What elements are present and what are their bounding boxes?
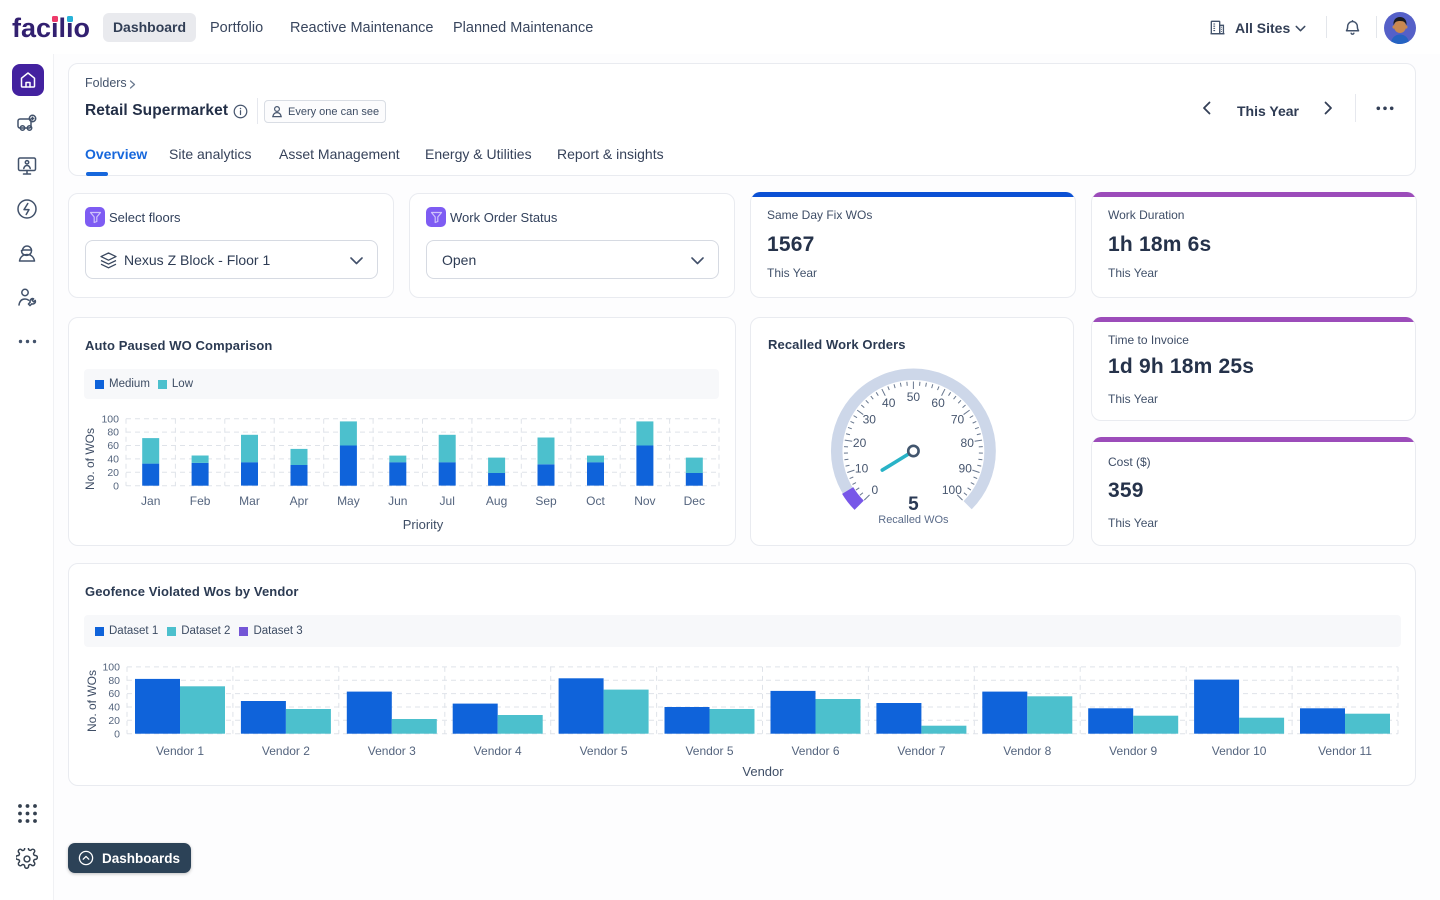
svg-text:5: 5 bbox=[908, 494, 919, 515]
svg-text:10: 10 bbox=[855, 461, 869, 475]
svg-text:Oct: Oct bbox=[586, 494, 605, 508]
svg-text:Vendor 6: Vendor 6 bbox=[791, 744, 839, 758]
svg-text:80: 80 bbox=[961, 436, 975, 450]
svg-text:40: 40 bbox=[882, 396, 896, 410]
svg-text:80: 80 bbox=[108, 675, 120, 687]
svg-text:Vendor 5: Vendor 5 bbox=[580, 744, 628, 758]
svg-text:Mar: Mar bbox=[239, 494, 260, 508]
svg-text:Jun: Jun bbox=[388, 494, 407, 508]
svg-text:50: 50 bbox=[907, 390, 921, 404]
svg-text:Vendor 7: Vendor 7 bbox=[897, 744, 945, 758]
svg-text:0: 0 bbox=[114, 728, 120, 740]
svg-text:80: 80 bbox=[107, 427, 119, 439]
svg-text:100: 100 bbox=[101, 413, 119, 425]
svg-text:Dec: Dec bbox=[684, 494, 705, 508]
svg-text:Jul: Jul bbox=[440, 494, 455, 508]
svg-text:20: 20 bbox=[107, 467, 119, 479]
svg-text:Vendor 5: Vendor 5 bbox=[685, 744, 733, 758]
svg-text:Vendor 2: Vendor 2 bbox=[262, 744, 310, 758]
svg-text:Aug: Aug bbox=[486, 494, 507, 508]
svg-text:60: 60 bbox=[108, 688, 120, 700]
svg-text:Jan: Jan bbox=[141, 494, 160, 508]
svg-text:40: 40 bbox=[108, 702, 120, 714]
svg-text:100: 100 bbox=[942, 483, 962, 497]
svg-text:Vendor 4: Vendor 4 bbox=[474, 744, 522, 758]
svg-text:Apr: Apr bbox=[290, 494, 309, 508]
svg-text:Vendor 3: Vendor 3 bbox=[368, 744, 416, 758]
svg-text:May: May bbox=[337, 494, 360, 508]
svg-text:30: 30 bbox=[863, 413, 877, 427]
svg-text:40: 40 bbox=[107, 454, 119, 466]
svg-text:0: 0 bbox=[872, 483, 879, 497]
svg-text:Recalled WOs: Recalled WOs bbox=[878, 514, 949, 526]
svg-text:No. of WOs: No. of WOs bbox=[85, 670, 99, 732]
svg-text:20: 20 bbox=[853, 436, 867, 450]
svg-text:20: 20 bbox=[108, 715, 120, 727]
svg-text:60: 60 bbox=[931, 396, 945, 410]
svg-text:Priority: Priority bbox=[403, 517, 444, 532]
svg-text:No. of WOs: No. of WOs bbox=[83, 428, 97, 490]
svg-text:Vendor 11: Vendor 11 bbox=[1318, 744, 1372, 758]
svg-text:Vendor 9: Vendor 9 bbox=[1109, 744, 1157, 758]
svg-text:Vendor 8: Vendor 8 bbox=[1003, 744, 1051, 758]
svg-text:Vendor 1: Vendor 1 bbox=[156, 744, 204, 758]
svg-text:100: 100 bbox=[102, 662, 120, 674]
svg-text:Vendor: Vendor bbox=[742, 764, 784, 779]
svg-text:60: 60 bbox=[107, 440, 119, 452]
svg-text:Nov: Nov bbox=[634, 494, 655, 508]
svg-text:Vendor 10: Vendor 10 bbox=[1212, 744, 1267, 758]
svg-text:Sep: Sep bbox=[535, 494, 557, 508]
svg-text:70: 70 bbox=[951, 413, 965, 427]
svg-text:90: 90 bbox=[959, 461, 973, 475]
svg-text:Feb: Feb bbox=[190, 494, 211, 508]
svg-text:0: 0 bbox=[113, 480, 119, 492]
